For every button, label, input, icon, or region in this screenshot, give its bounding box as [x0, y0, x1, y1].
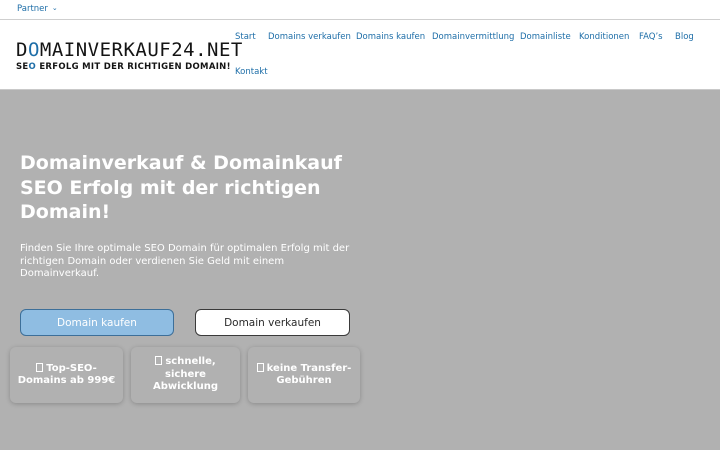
nav-konditionen[interactable]: Konditionen	[579, 32, 629, 42]
nav-kontakt[interactable]: Kontakt	[235, 67, 268, 77]
feature-text: keine Transfer-Gebühren	[266, 362, 352, 387]
nav-domainliste[interactable]: Domainliste	[520, 32, 571, 42]
partner-label: Partner	[17, 4, 48, 14]
missing-glyph-icon	[36, 362, 44, 372]
nav-domainvermittlung[interactable]: Domainvermittlung	[432, 32, 514, 42]
nav-faqs[interactable]: FAQ’s	[639, 32, 663, 42]
feature-text: Top-SEO-Domains ab 999€	[17, 362, 116, 387]
buy-domain-button[interactable]: Domain kaufen	[20, 309, 174, 336]
nav-domains-kaufen[interactable]: Domains kaufen	[356, 32, 425, 42]
nav-start[interactable]: Start	[235, 32, 256, 42]
logo-tagline: SEO ERFOLG MIT DER RICHTIGEN DOMAIN!	[16, 62, 231, 72]
site-header: DOMAINVERKAUF24.NET SEO ERFOLG MIT DER R…	[0, 20, 720, 90]
missing-glyph-icon	[256, 362, 264, 372]
site-logo[interactable]: DOMAINVERKAUF24.NET SEO ERFOLG MIT DER R…	[16, 39, 243, 74]
feature-text: schnelle, sichere Abwicklung	[153, 356, 218, 393]
top-bar: Partner ⌄	[0, 0, 720, 20]
missing-glyph-icon	[155, 356, 163, 366]
nav-blog[interactable]: Blog	[675, 32, 694, 42]
nav-domains-verkaufen[interactable]: Domains verkaufen	[268, 32, 351, 42]
partner-menu[interactable]: Partner ⌄	[17, 4, 58, 14]
logo-wordmark: DOMAINVERKAUF24.NET	[16, 39, 243, 61]
hero-text: Finden Sie Ihre optimale SEO Domain für …	[20, 243, 350, 279]
sell-domain-button[interactable]: Domain verkaufen	[195, 309, 350, 336]
chevron-down-icon: ⌄	[51, 4, 58, 12]
hero-title: Domainverkauf & Domainkauf SEO Erfolg mi…	[20, 152, 342, 223]
feature-card-seo-domains: Top-SEO-Domains ab 999€	[10, 347, 123, 403]
feature-card-transfer: keine Transfer-Gebühren	[248, 347, 360, 403]
feature-card-abwicklung: schnelle, sichere Abwicklung	[131, 347, 240, 403]
